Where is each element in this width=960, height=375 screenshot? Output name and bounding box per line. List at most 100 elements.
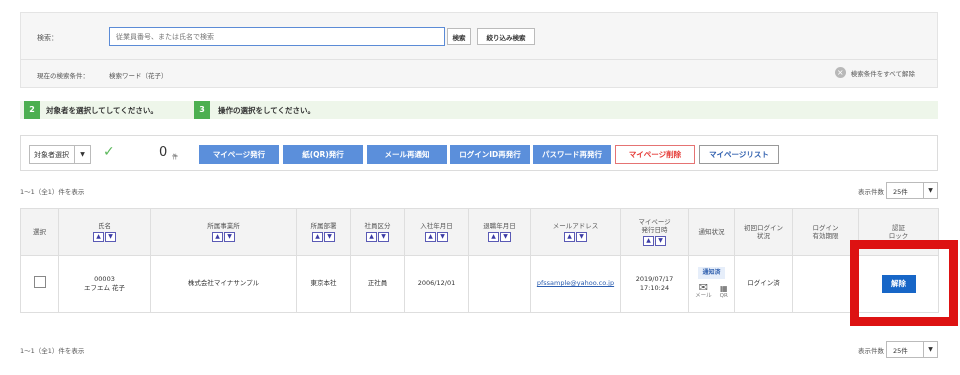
sort-asc-icon[interactable]: ▲ — [564, 232, 575, 243]
sort-asc-icon[interactable]: ▲ — [93, 232, 104, 243]
header-first-login-label: 初回ログイン 状況 — [744, 223, 783, 240]
cell-hire-date: 2006/12/01 — [404, 255, 469, 313]
sort-desc-icon[interactable]: ▼ — [224, 232, 235, 243]
sort-controls: ▲ ▼ — [643, 236, 666, 247]
issue-paper-qr-button[interactable]: 紙(QR)発行 — [283, 145, 363, 164]
chevron-down-icon: ▼ — [923, 342, 937, 357]
highlight-box — [850, 240, 958, 326]
header-retire-date: 退職年月日 ▲ ▼ — [468, 208, 531, 256]
per-page-value-bottom: 25件 — [893, 346, 908, 355]
search-button[interactable]: 検索 — [447, 28, 471, 45]
header-category: 社員区分 ▲ ▼ — [350, 208, 405, 256]
sort-asc-icon[interactable]: ▲ — [488, 232, 499, 243]
sort-desc-icon[interactable]: ▼ — [437, 232, 448, 243]
reissue-password-button[interactable]: パスワード再発行 — [533, 145, 611, 164]
notification-mail: ✉ メール — [695, 282, 712, 301]
sort-desc-icon[interactable]: ▼ — [576, 232, 587, 243]
header-select-label: 選択 — [33, 227, 46, 236]
check-icon: ✓ — [103, 144, 115, 160]
sort-desc-icon[interactable]: ▼ — [655, 236, 666, 247]
header-login-expiry: ログイン 有効期限 — [792, 208, 859, 256]
header-issue-date-label: マイページ 発行日時 — [638, 217, 671, 234]
sort-desc-icon[interactable]: ▼ — [105, 232, 116, 243]
sort-controls: ▲ ▼ — [488, 232, 511, 243]
step-2-number: 2 — [24, 101, 40, 119]
email-link[interactable]: pfssample@yahoo.co.jp — [537, 279, 614, 287]
cell-email: pfssample@yahoo.co.jp — [530, 255, 621, 313]
per-page-select-top[interactable]: 25件 ▼ — [886, 182, 938, 199]
sort-controls: ▲ ▼ — [564, 232, 587, 243]
table-header-row: 選択 氏名 ▲ ▼ 所属事業所 ▲ ▼ 所属部署 ▲ ▼ 社員区分 ▲ ▼ 入社年月日 ▲ ▼ 退職… — [20, 208, 939, 256]
header-hire-date: 入社年月日 ▲ ▼ — [404, 208, 469, 256]
sort-asc-icon[interactable]: ▲ — [643, 236, 654, 247]
header-issue-date: マイページ 発行日時 ▲ ▼ — [620, 208, 689, 256]
notification-methods: ✉ メール ▦ QR — [689, 282, 734, 301]
reissue-login-id-button[interactable]: ログインID再発行 — [450, 145, 530, 164]
sort-asc-icon[interactable]: ▲ — [212, 232, 223, 243]
header-notification-label: 通知状況 — [698, 227, 725, 236]
sort-desc-icon[interactable]: ▼ — [378, 232, 389, 243]
employee-name: エフエム 花子 — [83, 284, 126, 292]
header-hire-date-label: 入社年月日 — [420, 221, 453, 230]
clear-all-conditions-button[interactable]: × 検索条件をすべて解除 — [834, 67, 915, 78]
search-input[interactable] — [109, 27, 445, 46]
header-name: 氏名 ▲ ▼ — [58, 208, 151, 256]
filter-search-button[interactable]: 絞り込み検索 — [477, 28, 535, 45]
sort-desc-icon[interactable]: ▼ — [500, 232, 511, 243]
delete-mypage-button[interactable]: マイページ削除 — [615, 145, 695, 164]
header-login-expiry-label: ログイン 有効期限 — [812, 223, 839, 240]
sort-asc-icon[interactable]: ▲ — [312, 232, 323, 243]
per-page-select-bottom[interactable]: 25件 ▼ — [886, 341, 938, 358]
sort-controls: ▲ ▼ — [212, 232, 235, 243]
sort-controls: ▲ ▼ — [93, 232, 116, 243]
sort-controls: ▲ ▼ — [366, 232, 389, 243]
selected-count-unit: 件 — [172, 154, 179, 161]
resend-email-button[interactable]: メール再通知 — [367, 145, 447, 164]
sort-controls: ▲ ▼ — [312, 232, 335, 243]
target-select-label: 対象者選択 — [34, 150, 69, 159]
per-page-value-top: 25件 — [893, 187, 908, 196]
cell-select — [20, 255, 59, 313]
mypage-list-button[interactable]: マイページリスト — [699, 145, 779, 164]
step-3-number: 3 — [194, 101, 210, 119]
result-count-top: 1〜1（全1）件を表示 — [20, 188, 85, 196]
target-select-dropdown[interactable]: 対象者選択 ▼ — [29, 145, 91, 164]
cell-department: 東京本社 — [296, 255, 351, 313]
qr-code-icon: ▦ — [719, 284, 728, 294]
clear-all-conditions-label: 検索条件をすべて解除 — [850, 69, 915, 78]
cell-issue-date: 2019/07/17 17:10:24 — [620, 255, 689, 313]
row-checkbox[interactable] — [33, 276, 46, 289]
sort-desc-icon[interactable]: ▼ — [324, 232, 335, 243]
sort-asc-icon[interactable]: ▲ — [425, 232, 436, 243]
header-office: 所属事業所 ▲ ▼ — [150, 208, 297, 256]
header-department: 所属部署 ▲ ▼ — [296, 208, 351, 256]
header-select: 選択 — [20, 208, 59, 256]
current-condition-label: 現在の検索条件： — [37, 72, 89, 80]
per-page-label-bottom: 表示件数 — [858, 347, 884, 355]
search-panel: 検索： 検索 絞り込み検索 現在の検索条件： 検索ワード（花子） × 検索条件を… — [20, 12, 938, 88]
header-email: メールアドレス ▲ ▼ — [530, 208, 621, 256]
cell-category: 正社員 — [350, 255, 405, 313]
cell-name: 00003 エフエム 花子 — [58, 255, 151, 313]
notification-status-badge: 通知済 — [698, 266, 725, 280]
table-row: 00003 エフエム 花子 株式会社マイナサンプル 東京本社 正社員 2006/… — [20, 255, 939, 313]
sort-asc-icon[interactable]: ▲ — [366, 232, 377, 243]
issue-mypage-button[interactable]: マイページ発行 — [199, 145, 279, 164]
header-office-label: 所属事業所 — [207, 221, 240, 230]
header-first-login: 初回ログイン 状況 — [734, 208, 793, 256]
sort-controls: ▲ ▼ — [425, 232, 448, 243]
selected-count: 0 — [159, 145, 168, 160]
header-name-label: 氏名 — [98, 221, 111, 230]
cell-login-expiry — [792, 255, 859, 313]
step-2-text: 対象者を選択してしてください。 — [46, 106, 158, 115]
header-retire-date-label: 退職年月日 — [483, 221, 516, 230]
notification-qr-label: QR — [719, 293, 728, 300]
per-page-label-top: 表示件数 — [858, 188, 884, 196]
header-email-label: メールアドレス — [552, 221, 599, 230]
chevron-down-icon: ▼ — [74, 146, 90, 163]
cell-retire-date — [468, 255, 531, 313]
current-condition-value: 検索ワード（花子） — [109, 72, 168, 80]
header-department-label: 所属部署 — [310, 221, 337, 230]
cell-first-login: ログイン済 — [734, 255, 793, 313]
close-circle-icon: × — [834, 67, 846, 78]
